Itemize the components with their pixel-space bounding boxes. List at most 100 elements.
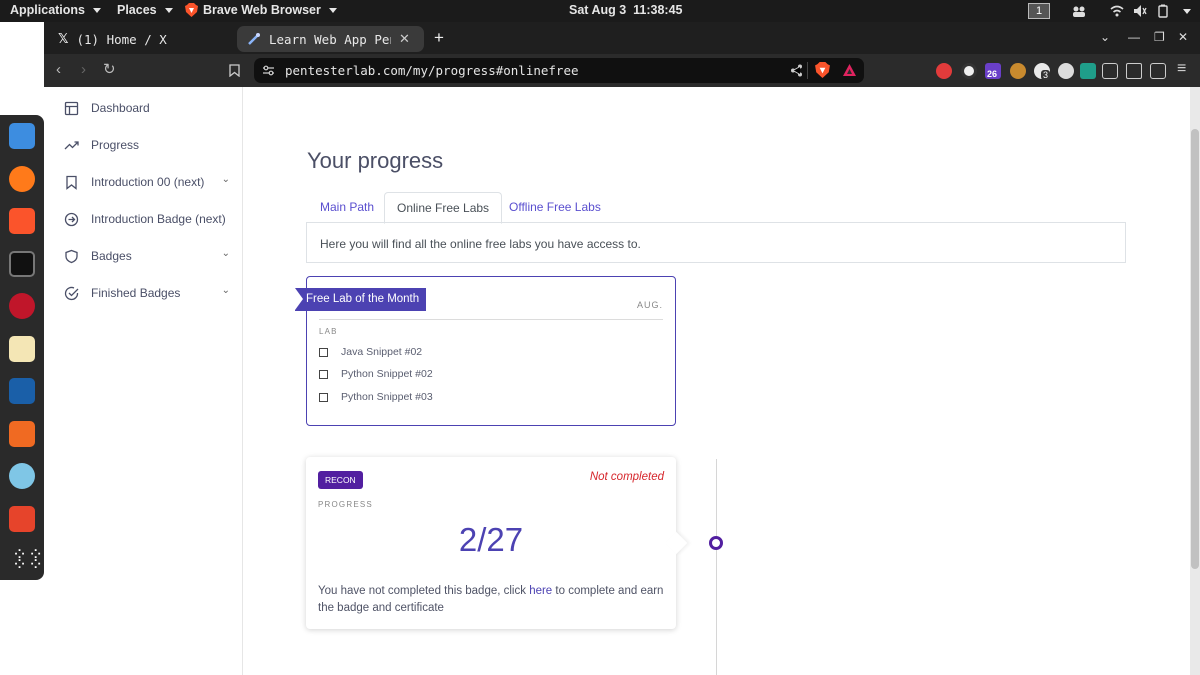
cherrytree-icon[interactable] <box>9 293 35 319</box>
applications-menu[interactable]: Applications <box>10 3 102 17</box>
chevron-down-icon <box>164 7 173 13</box>
site-settings-icon[interactable] <box>262 64 275 77</box>
page-scrollbar[interactable] <box>1190 87 1200 675</box>
sidebar-item-progress[interactable]: Progress <box>64 134 232 156</box>
firefox-icon[interactable] <box>9 166 35 192</box>
tab-title: Learn Web App Pente <box>269 31 391 47</box>
sidebar-item-introduction-badge[interactable]: Introduction Badge (next) <box>64 208 232 230</box>
workspace-indicator[interactable]: 1 <box>1028 3 1050 19</box>
tab-main-path[interactable]: Main Path <box>320 192 374 224</box>
tab-description: Here you will find all the online free l… <box>306 222 1126 263</box>
terminal-icon[interactable] <box>9 251 35 277</box>
check-circle-icon <box>64 286 79 300</box>
tab-list-chevron-icon[interactable]: ⌄ <box>1100 30 1110 44</box>
lab-checkbox[interactable] <box>319 347 328 357</box>
ext-ublock-icon[interactable] <box>936 63 952 79</box>
clock[interactable]: Sat Aug 3 11:38:45 <box>569 3 682 17</box>
chevron-down-icon[interactable]: ⌄ <box>222 285 230 296</box>
sidebar-item-introduction-00[interactable]: Introduction 00 (next) ⌄ <box>64 171 232 193</box>
new-tab-button[interactable]: + <box>434 28 444 48</box>
sidebar-item-label: Progress <box>91 138 140 152</box>
ext-panda-icon[interactable] <box>961 63 977 79</box>
applications-label: Applications <box>10 3 86 17</box>
sidebar-item-badges[interactable]: Badges ⌄ <box>64 245 232 267</box>
lab-item[interactable]: Python Snippet #03 <box>319 389 433 405</box>
ext-badge2-icon[interactable]: 3 <box>1034 63 1051 80</box>
lab-item[interactable]: Java Snippet #02 <box>319 344 422 360</box>
browser-tab-bar: 𝕏 (1) Home / X Learn Web App Pente ✕ + ⌄… <box>44 22 1200 54</box>
badge-progress-card: RECON Not completed PROGRESS 2/27 You ha… <box>306 457 688 629</box>
sidebar-toggle-icon[interactable] <box>1126 63 1142 79</box>
month-label: AUG. <box>636 300 663 310</box>
minimize-icon[interactable]: — <box>1128 30 1140 44</box>
places-label: Places <box>117 3 157 17</box>
tab-online-free-labs[interactable]: Online Free Labs <box>384 192 503 224</box>
tab-title: (1) Home / X <box>76 31 167 47</box>
ext-green-icon[interactable] <box>1080 63 1096 79</box>
active-app-menu[interactable]: Brave Web Browser <box>185 3 337 17</box>
burpsuite-icon[interactable] <box>9 421 35 447</box>
chevron-down-icon <box>328 7 337 13</box>
scrollbar-thumb[interactable] <box>1191 129 1199 569</box>
sidebar-item-label: Dashboard <box>91 101 150 115</box>
extension-badge-count: 26 <box>987 69 998 79</box>
ext-badge-icon[interactable]: 26 <box>985 63 1001 79</box>
restore-icon[interactable]: ❐ <box>1154 30 1165 44</box>
dashboard-icon <box>64 101 79 115</box>
ext-circle-icon[interactable] <box>1058 63 1074 79</box>
brave-shields-icon[interactable] <box>815 62 830 78</box>
divider <box>319 319 663 320</box>
lab-checkbox[interactable] <box>319 392 328 402</box>
lab-item-label: Python Snippet #02 <box>341 368 433 380</box>
eye-app-icon[interactable] <box>9 463 35 489</box>
files-app-icon[interactable] <box>9 123 35 149</box>
red-app-icon[interactable] <box>9 506 35 532</box>
status-badge: Not completed <box>589 471 664 483</box>
text-editor-icon[interactable] <box>9 336 35 362</box>
lab-item[interactable]: Python Snippet #02 <box>319 366 433 382</box>
people-icon[interactable] <box>1072 4 1086 18</box>
complete-badge-link[interactable]: here <box>529 585 552 597</box>
sidebar-item-finished-badges[interactable]: Finished Badges ⌄ <box>64 282 232 304</box>
chevron-down-icon[interactable]: ⌄ <box>222 248 230 259</box>
show-apps-grid-icon[interactable]: ⁘⁘ ⁘⁘ <box>12 545 44 573</box>
bookmark-icon[interactable] <box>229 64 240 77</box>
divider <box>807 62 808 79</box>
extensions-puzzle-icon[interactable] <box>1102 63 1118 79</box>
lab-item-label: Java Snippet #02 <box>341 346 423 358</box>
reload-icon[interactable]: ↻ <box>103 60 116 78</box>
chevron-down-icon[interactable]: ⌄ <box>222 174 230 185</box>
extension-badge-count: 3 <box>1041 70 1051 80</box>
wifi-icon[interactable] <box>1110 4 1124 18</box>
brave-rewards-icon[interactable] <box>842 63 857 77</box>
ext-cookie-icon[interactable] <box>1010 63 1026 79</box>
badge-tag: RECON <box>318 471 363 489</box>
timeline-dot <box>709 536 723 550</box>
lab-checkbox[interactable] <box>319 369 328 379</box>
address-bar[interactable]: pentesterlab.com/my/progress#onlinefree <box>254 58 864 83</box>
battery-icon[interactable] <box>1156 4 1170 18</box>
tab-pentesterlab[interactable]: Learn Web App Pente ✕ <box>237 26 424 52</box>
back-icon[interactable]: ‹ <box>56 61 61 78</box>
tab-x-home[interactable]: 𝕏 (1) Home / X <box>48 26 234 52</box>
volume-icon[interactable] <box>1133 4 1147 18</box>
close-window-icon[interactable]: ✕ <box>1178 30 1188 44</box>
forward-icon[interactable]: › <box>81 61 86 78</box>
sidebar-item-dashboard[interactable]: Dashboard <box>64 97 232 119</box>
menu-icon[interactable]: ≡ <box>1177 60 1186 78</box>
active-app-label: Brave Web Browser <box>203 3 321 17</box>
trending-icon <box>64 140 79 149</box>
system-menu-chevron-icon[interactable] <box>1183 9 1191 14</box>
tab-offline-free-labs[interactable]: Offline Free Labs <box>509 192 601 224</box>
web-page: Dashboard Progress Introduction 00 (next… <box>44 87 1190 675</box>
lab-section-label: LAB <box>319 327 338 336</box>
close-icon[interactable]: ✕ <box>399 32 410 47</box>
wallet-icon[interactable] <box>1150 63 1166 79</box>
x-logo-icon: 𝕏 <box>58 31 69 47</box>
places-menu[interactable]: Places <box>117 3 173 17</box>
arrow-circle-icon <box>64 212 79 226</box>
metasploit-icon[interactable] <box>9 378 35 404</box>
brave-icon[interactable] <box>9 208 35 234</box>
lab-item-label: Python Snippet #03 <box>341 391 433 403</box>
share-icon[interactable] <box>790 64 803 77</box>
